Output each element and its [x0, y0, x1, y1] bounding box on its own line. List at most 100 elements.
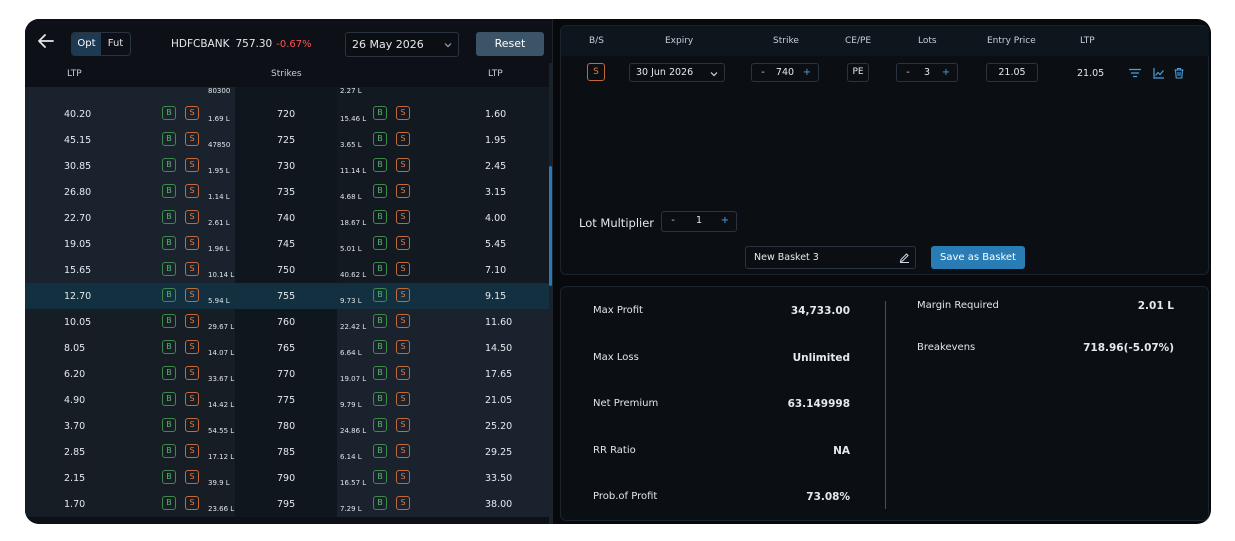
table-row[interactable]: 30.85 B S 1.95 L 730 11.14 L B S 2.45 — [25, 153, 549, 179]
table-row[interactable]: 2.85 B S 17.12 L 785 6.14 L B S 29.25 — [25, 439, 549, 465]
table-row[interactable]: 15.65 B S 10.14 L 750 40.62 L B S 7.10 — [25, 257, 549, 283]
pe-sell-button[interactable]: S — [396, 236, 410, 250]
pe-sell-button[interactable]: S — [396, 132, 410, 146]
pe-sell-button[interactable]: S — [396, 288, 410, 302]
ce-sell-button[interactable]: S — [185, 340, 199, 354]
expiry-select[interactable]: 26 May 2026 — [345, 32, 459, 57]
reset-button[interactable]: Reset — [476, 32, 544, 56]
ce-buy-button[interactable]: B — [162, 444, 176, 458]
ce-buy-button[interactable]: B — [162, 496, 176, 510]
pe-sell-button[interactable]: S — [396, 106, 410, 120]
lots-plus-button[interactable]: + — [939, 64, 953, 81]
ce-sell-button[interactable]: S — [185, 106, 199, 120]
table-row[interactable]: 8.05 B S 14.07 L 765 6.64 L B S 14.50 — [25, 335, 549, 361]
pe-buy-button[interactable]: B — [373, 132, 387, 146]
pe-buy-button[interactable]: B — [373, 184, 387, 198]
ce-buy-button[interactable]: B — [162, 236, 176, 250]
ce-sell-button[interactable]: S — [185, 236, 199, 250]
pe-buy-button[interactable]: B — [373, 366, 387, 380]
table-row[interactable]: 4.90 B S 14.42 L 775 9.79 L B S 21.05 — [25, 387, 549, 413]
pe-sell-button[interactable]: S — [396, 340, 410, 354]
leg-cepe-toggle[interactable]: PE — [847, 63, 869, 82]
lot-multiplier-plus-button[interactable]: + — [718, 212, 732, 229]
ce-buy-button[interactable]: B — [162, 418, 176, 432]
ce-sell-button[interactable]: S — [185, 262, 199, 276]
leg-expiry-select[interactable]: 30 Jun 2026 — [629, 63, 725, 82]
table-row[interactable]: 45.15 B S 47850 725 3.65 L B S 1.95 — [25, 127, 549, 153]
ce-buy-button[interactable]: B — [162, 314, 176, 328]
pe-sell-button[interactable]: S — [396, 418, 410, 432]
entry-price-input[interactable]: 21.05 — [986, 63, 1038, 82]
pe-sell-button[interactable]: S — [396, 314, 410, 328]
pe-buy-button[interactable]: B — [373, 496, 387, 510]
ce-buy-button[interactable]: B — [162, 288, 176, 302]
table-row[interactable]: 3.70 B S 54.55 L 780 24.86 L B S 25.20 — [25, 413, 549, 439]
ce-buy-button[interactable]: B — [162, 470, 176, 484]
payoff-chart-icon[interactable] — [1153, 67, 1165, 79]
strike-plus-button[interactable]: + — [800, 64, 814, 81]
chain-scrollbar[interactable] — [549, 63, 552, 524]
ce-buy-button[interactable]: B — [162, 262, 176, 276]
pe-buy-button[interactable]: B — [373, 210, 387, 224]
ce-buy-button[interactable]: B — [162, 184, 176, 198]
ce-buy-button[interactable]: B — [162, 158, 176, 172]
pe-buy-button[interactable]: B — [373, 236, 387, 250]
pe-buy-button[interactable]: B — [373, 470, 387, 484]
fut-toggle[interactable]: Fut — [101, 33, 130, 55]
ce-buy-button[interactable]: B — [162, 106, 176, 120]
pe-sell-button[interactable]: S — [396, 262, 410, 276]
ce-buy-button[interactable]: B — [162, 392, 176, 406]
pe-buy-button[interactable]: B — [373, 262, 387, 276]
ce-sell-button[interactable]: S — [185, 184, 199, 198]
pe-sell-button[interactable]: S — [396, 158, 410, 172]
pe-buy-button[interactable]: B — [373, 314, 387, 328]
pe-sell-button[interactable]: S — [396, 470, 410, 484]
pencil-icon[interactable] — [899, 252, 910, 263]
ce-sell-button[interactable]: S — [185, 392, 199, 406]
table-row[interactable]: 40.20 B S 1.69 L 720 15.46 L B S 1.60 — [25, 101, 549, 127]
pe-sell-button[interactable]: S — [396, 444, 410, 458]
pe-buy-button[interactable]: B — [373, 158, 387, 172]
pe-buy-button[interactable]: B — [373, 418, 387, 432]
table-row[interactable]: 1.70 B S 23.66 L 795 7.29 L B S 38.00 — [25, 491, 549, 517]
leg-sell-toggle[interactable]: S — [587, 63, 605, 81]
ce-sell-button[interactable]: S — [185, 314, 199, 328]
ce-buy-button[interactable]: B — [162, 132, 176, 146]
pe-sell-button[interactable]: S — [396, 496, 410, 510]
pe-buy-button[interactable]: B — [373, 392, 387, 406]
pe-sell-button[interactable]: S — [396, 184, 410, 198]
ce-sell-button[interactable]: S — [185, 418, 199, 432]
ce-sell-button[interactable]: S — [185, 210, 199, 224]
ce-sell-button[interactable]: S — [185, 288, 199, 302]
filter-icon[interactable] — [1129, 67, 1141, 79]
ce-sell-button[interactable]: S — [185, 132, 199, 146]
table-row[interactable]: 2.15 B S 39.9 L 790 16.57 L B S 33.50 — [25, 465, 549, 491]
table-row[interactable]: 6.20 B S 33.67 L 770 19.07 L B S 17.65 — [25, 361, 549, 387]
ce-buy-button[interactable]: B — [162, 340, 176, 354]
ce-buy-button[interactable]: B — [162, 366, 176, 380]
basket-name-input[interactable]: New Basket 3 — [745, 246, 916, 269]
pe-sell-button[interactable]: S — [396, 366, 410, 380]
save-as-basket-button[interactable]: Save as Basket — [931, 246, 1025, 269]
table-row[interactable]: 26.80 B S 1.14 L 735 4.68 L B S 3.15 — [25, 179, 549, 205]
pe-buy-button[interactable]: B — [373, 340, 387, 354]
ce-sell-button[interactable]: S — [185, 444, 199, 458]
ce-sell-button[interactable]: S — [185, 496, 199, 510]
table-row[interactable]: 19.05 B S 1.96 L 745 5.01 L B S 5.45 — [25, 231, 549, 257]
chain-scrollbar-thumb[interactable] — [549, 166, 552, 286]
pe-buy-button[interactable]: B — [373, 288, 387, 302]
pe-sell-button[interactable]: S — [396, 210, 410, 224]
table-row[interactable]: 10.05 B S 29.67 L 760 22.42 L B S 11.60 — [25, 309, 549, 335]
delete-icon[interactable] — [1173, 67, 1185, 79]
table-row[interactable]: 12.70 B S 5.94 L 755 9.73 L B S 9.15 — [25, 283, 549, 309]
pe-buy-button[interactable]: B — [373, 444, 387, 458]
ce-sell-button[interactable]: S — [185, 470, 199, 484]
pe-sell-button[interactable]: S — [396, 392, 410, 406]
pe-buy-button[interactable]: B — [373, 106, 387, 120]
ce-buy-button[interactable]: B — [162, 210, 176, 224]
ce-sell-button[interactable]: S — [185, 366, 199, 380]
ce-sell-button[interactable]: S — [185, 158, 199, 172]
opt-toggle[interactable]: Opt — [72, 33, 101, 55]
table-row[interactable]: 22.70 B S 2.61 L 740 18.67 L B S 4.00 — [25, 205, 549, 231]
back-arrow-icon[interactable] — [37, 33, 55, 49]
